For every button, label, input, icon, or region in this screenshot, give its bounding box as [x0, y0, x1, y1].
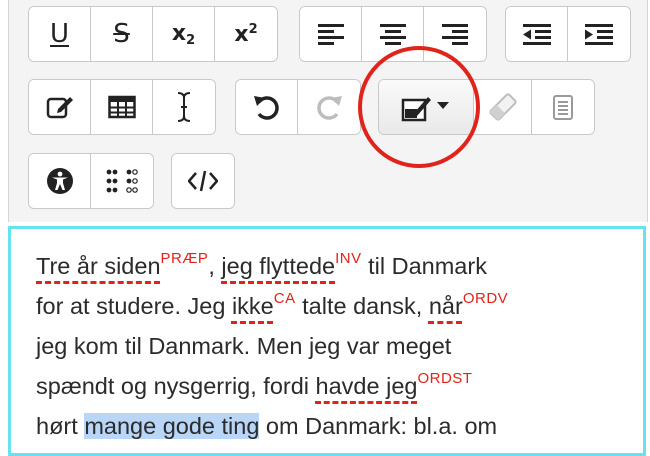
edit-button[interactable] [29, 80, 91, 134]
editor-content-area[interactable]: Tre år sidenPRÆP, jeg flyttedeINV til Da… [8, 226, 646, 456]
table-icon [107, 95, 136, 119]
annotate-dropdown-button[interactable] [379, 80, 474, 134]
text-line: hørt mange gode ting om Danmark: bl.a. o… [36, 406, 636, 446]
error-span: ikke [231, 293, 274, 319]
redo-icon [317, 96, 342, 120]
outdent-icon [522, 24, 551, 45]
html-code-button[interactable] [172, 154, 234, 208]
text-segment: talte dansk, [295, 293, 429, 319]
error-tag: CA [273, 290, 296, 307]
text-segment: spændt og nysgerrig, fordi [36, 373, 316, 399]
error-tag: ORDST [417, 370, 473, 387]
table-button[interactable] [91, 80, 153, 134]
text-style-group: U S x2 x2 [28, 6, 278, 62]
subscript-icon: x2 [172, 21, 195, 48]
text-line: jeg kom til Danmark. Men jeg var meget [36, 326, 636, 366]
error-span: når [428, 293, 463, 319]
indent-icon [585, 24, 613, 45]
accessibility-checker-button[interactable] [29, 154, 91, 208]
text-cursor-icon [177, 92, 191, 122]
braille-icon [106, 169, 138, 193]
superscript-button[interactable]: x2 [215, 7, 277, 61]
paste-text-button[interactable] [532, 80, 594, 134]
superscript-index: 2 [248, 21, 258, 37]
accessibility-group [28, 153, 154, 209]
edit-pencil-icon [46, 97, 73, 119]
text-segment: om Danmark: bl.a. om [259, 413, 498, 439]
error-span: havde jeg [315, 373, 418, 399]
align-left-icon [317, 24, 344, 45]
redo-button[interactable] [298, 80, 360, 134]
alignment-group [299, 6, 487, 62]
annotate-dropdown-icon [401, 97, 449, 122]
undo-button[interactable] [236, 80, 298, 134]
align-left-button[interactable] [300, 7, 362, 61]
text-line: Tre år sidenPRÆP, jeg flyttedeINV til Da… [36, 246, 636, 286]
align-center-icon [379, 24, 406, 45]
error-tag: ORDV [462, 290, 509, 307]
text-segment: for at studere. Jeg [36, 293, 232, 319]
history-group [235, 79, 361, 135]
underline-icon: U [49, 19, 70, 49]
superscript-base: x [234, 21, 249, 47]
paste-text-icon [553, 95, 573, 120]
eraser-icon [488, 93, 517, 121]
text-cursor-button[interactable] [153, 80, 215, 134]
underline-button[interactable]: U [29, 7, 91, 61]
outdent-button[interactable] [506, 7, 568, 61]
eraser-button[interactable] [474, 80, 532, 134]
text-segment: hørt [36, 413, 85, 439]
subscript-index: 2 [186, 32, 196, 48]
text-line: spændt og nysgerrig, fordi havde jegORDS… [36, 366, 636, 406]
text-line: for at studere. Jeg ikkeCA talte dansk, … [36, 286, 636, 326]
superscript-icon: x2 [234, 22, 257, 47]
strikethrough-icon: S [113, 19, 130, 49]
selected-text: mange gode ting [84, 413, 260, 439]
error-tag: INV [335, 250, 362, 267]
text-segment: , [208, 253, 222, 279]
align-right-icon [442, 24, 468, 45]
braille-button[interactable] [91, 154, 153, 208]
strikethrough-button[interactable]: S [91, 7, 153, 61]
error-tag: PRÆP [160, 250, 209, 267]
html-code-icon [188, 170, 218, 192]
text-segment: jeg kom til Danmark. Men jeg var meget [36, 333, 452, 359]
text-segment: til Danmark [361, 253, 487, 279]
insert-group [28, 79, 216, 135]
indent-button[interactable] [568, 7, 630, 61]
error-span: Tre år siden [36, 253, 161, 279]
indent-group [505, 6, 631, 62]
align-right-button[interactable] [424, 7, 486, 61]
error-span: jeg flyttede [221, 253, 336, 279]
html-group [171, 153, 235, 209]
subscript-base: x [171, 20, 187, 46]
align-center-button[interactable] [362, 7, 424, 61]
accessibility-icon [46, 168, 73, 194]
annotation-group [378, 79, 595, 135]
subscript-button[interactable]: x2 [153, 7, 215, 61]
undo-icon [253, 96, 279, 120]
essay-text[interactable]: Tre år sidenPRÆP, jeg flyttedeINV til Da… [36, 246, 636, 446]
